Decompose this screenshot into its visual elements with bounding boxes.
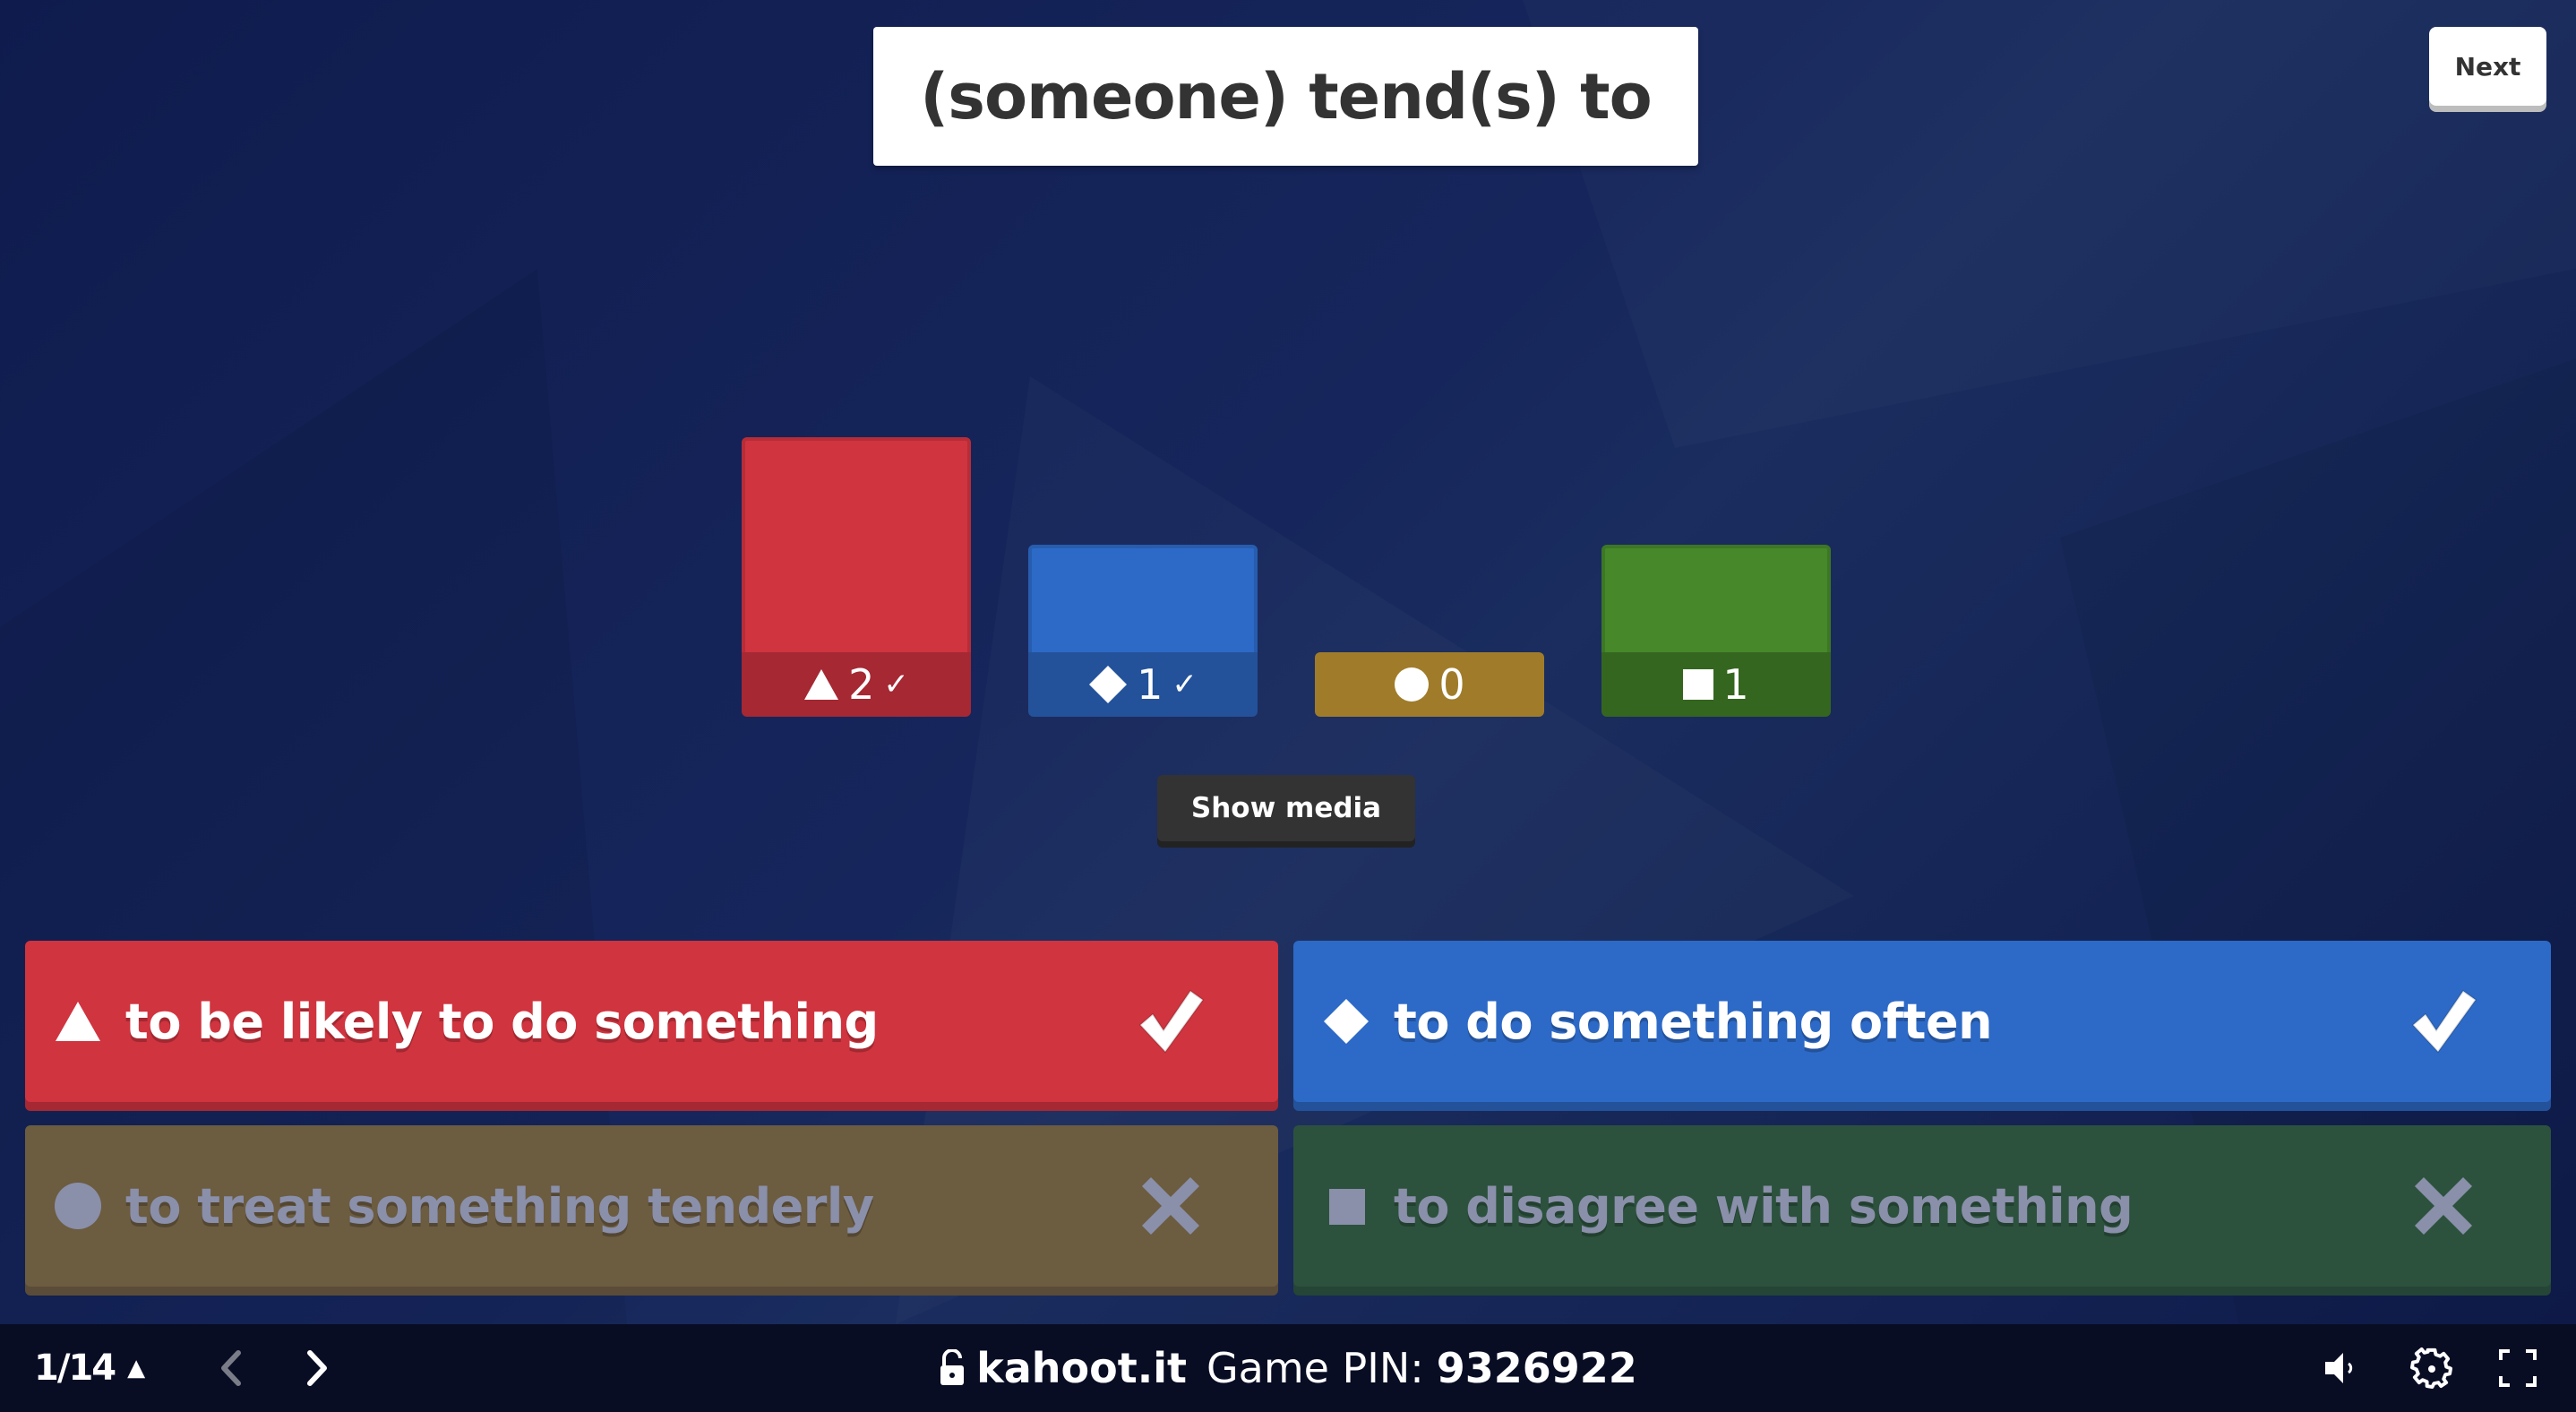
bar-label: 1 xyxy=(1601,652,1831,717)
bar-diamond: 1 ✓ xyxy=(1028,545,1258,717)
circle-icon xyxy=(54,1182,102,1230)
game-pin-label: Game PIN: xyxy=(1206,1344,1424,1392)
fullscreen-button[interactable] xyxy=(2495,1346,2540,1390)
answer-option-triangle: to be likely to do something xyxy=(25,941,1278,1102)
show-media-button[interactable]: Show media xyxy=(1157,775,1415,841)
game-pin-value: 9326922 xyxy=(1436,1344,1637,1392)
sound-button[interactable] xyxy=(2320,1346,2365,1390)
check-icon: ✓ xyxy=(1172,667,1198,702)
bar-count: 1 xyxy=(1137,660,1163,709)
answer-results-chart: 2 ✓ 1 ✓ 0 1 xyxy=(0,0,2576,735)
bar-count: 2 xyxy=(848,660,875,709)
bar-count: 0 xyxy=(1438,660,1465,709)
bar-label: 0 xyxy=(1315,652,1544,717)
bar-count: 1 xyxy=(1722,660,1749,709)
triangle-icon xyxy=(803,668,839,701)
bar-fill xyxy=(1028,545,1258,652)
bar-fill xyxy=(742,437,971,652)
bar-square: 1 xyxy=(1601,545,1831,717)
circle-icon xyxy=(1394,667,1430,702)
square-icon xyxy=(1683,669,1714,700)
bar-label: 1 ✓ xyxy=(1028,652,1258,717)
diamond-icon xyxy=(1322,997,1370,1046)
answer-option-circle: to treat something tenderly xyxy=(25,1125,1278,1287)
footer-bar: 1/14 ▲ kahoot.it Game PIN: 9326922 xyxy=(0,1324,2576,1412)
game-pin-info: kahoot.it Game PIN: 9326922 xyxy=(0,1324,2576,1412)
gear-icon xyxy=(2409,1347,2453,1390)
settings-button[interactable] xyxy=(2409,1346,2454,1390)
bar-label: 2 ✓ xyxy=(742,652,971,717)
unlock-icon xyxy=(940,1349,965,1385)
bar-fill xyxy=(1601,545,1831,652)
answer-option-diamond: to do something often xyxy=(1293,941,2551,1102)
incorrect-cross-icon xyxy=(2408,1170,2479,1242)
correct-check-icon xyxy=(1135,986,1206,1057)
triangle-icon xyxy=(54,997,102,1046)
bar-circle: 0 xyxy=(1315,652,1544,717)
speaker-icon xyxy=(2325,1353,2353,1383)
answer-option-square: to disagree with something xyxy=(1293,1125,2551,1287)
answer-text: to be likely to do something xyxy=(125,993,879,1050)
answer-text: to do something often xyxy=(1394,993,1993,1050)
diamond-icon xyxy=(1088,665,1128,704)
incorrect-cross-icon xyxy=(1135,1170,1206,1242)
bar-triangle: 2 ✓ xyxy=(742,437,971,717)
fullscreen-icon xyxy=(2499,1349,2537,1387)
square-icon xyxy=(1322,1182,1370,1230)
check-icon: ✓ xyxy=(883,667,909,702)
answer-text: to treat something tenderly xyxy=(125,1177,874,1235)
correct-check-icon xyxy=(2408,986,2479,1057)
site-url: kahoot.it xyxy=(976,1344,1187,1392)
answer-text: to disagree with something xyxy=(1394,1177,2134,1235)
